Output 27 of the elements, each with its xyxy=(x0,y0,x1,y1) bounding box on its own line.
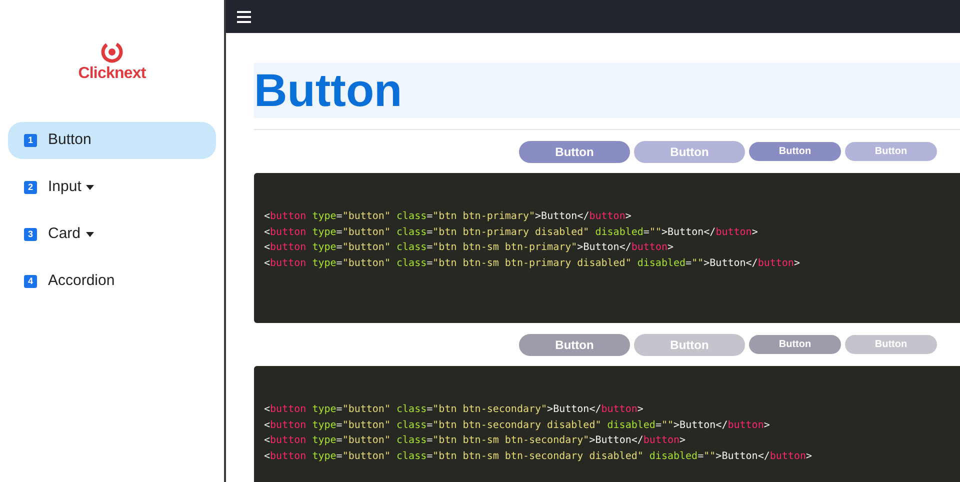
number-badge: 3 xyxy=(24,228,37,241)
sidebar-item[interactable]: 1 Button xyxy=(8,122,216,159)
menu-icon[interactable] xyxy=(237,10,251,22)
nav-label: Input xyxy=(48,177,82,198)
demo-button[interactable]: Button xyxy=(519,334,630,356)
demo-button[interactable]: Button xyxy=(749,142,841,161)
page-title: Button xyxy=(254,63,960,118)
code-line: <button type="button" class="btn btn-primary disabled" disabled="">Button</button> xyxy=(264,226,759,240)
code-line: <button type="button" class="btn btn-sm btn-secondary">Button</button> xyxy=(264,434,687,448)
caret-icon xyxy=(86,232,94,237)
number-badge: 4 xyxy=(24,275,37,288)
nav-label: Card xyxy=(48,224,81,244)
code-line: <button type="button" class="btn btn-primary">Button</button> xyxy=(264,210,632,224)
number-badge: 2 xyxy=(24,181,37,194)
nav-label: Accordion xyxy=(48,271,115,292)
demo-button[interactable]: Button xyxy=(749,335,841,354)
code-line: <button type="button" class="btn btn-sm btn-primary disabled" disabled="">Button</button> xyxy=(264,256,801,270)
nav-label: Button xyxy=(48,130,92,150)
code-line: <button type="button" class="btn btn-secondary disabled" disabled="">Button</button> xyxy=(264,418,771,432)
code-line: <button type="button" class="btn btn-secondary">Button</button> xyxy=(264,403,644,417)
code-line: <button type="button" class="btn btn-sm btn-secondary disabled" disabled="">Button</button> xyxy=(264,450,814,464)
caret-icon xyxy=(86,185,94,190)
target-logo-icon xyxy=(100,40,124,64)
number-badge: 1 xyxy=(24,134,37,147)
logo-text: Clicknext xyxy=(78,64,146,84)
code-line: <button type="button" class="btn btn-sm btn-primary">Button</button> xyxy=(264,241,675,255)
demo-button[interactable]: Button xyxy=(519,140,630,162)
